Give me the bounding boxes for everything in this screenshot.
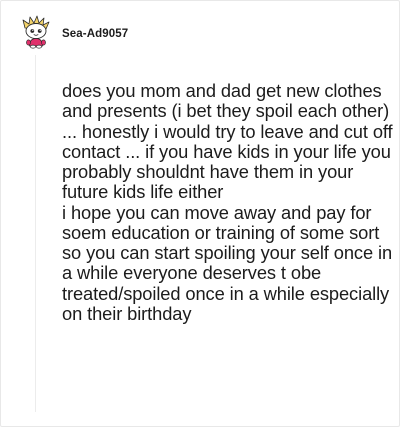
comment-card: Sea-Ad9057 does you mom and dad get new …: [0, 0, 400, 427]
snoo-avatar-icon: [22, 15, 50, 49]
comment-body: does you mom and dad get new clothes and…: [62, 80, 394, 324]
comment-paragraph: does you mom and dad get new clothes and…: [62, 80, 393, 203]
comment-author-username[interactable]: Sea-Ad9057: [62, 27, 128, 41]
user-avatar[interactable]: [21, 15, 51, 49]
comment-paragraph: i hope you can move away and pay for soe…: [62, 201, 393, 324]
thread-line[interactable]: [35, 55, 36, 412]
